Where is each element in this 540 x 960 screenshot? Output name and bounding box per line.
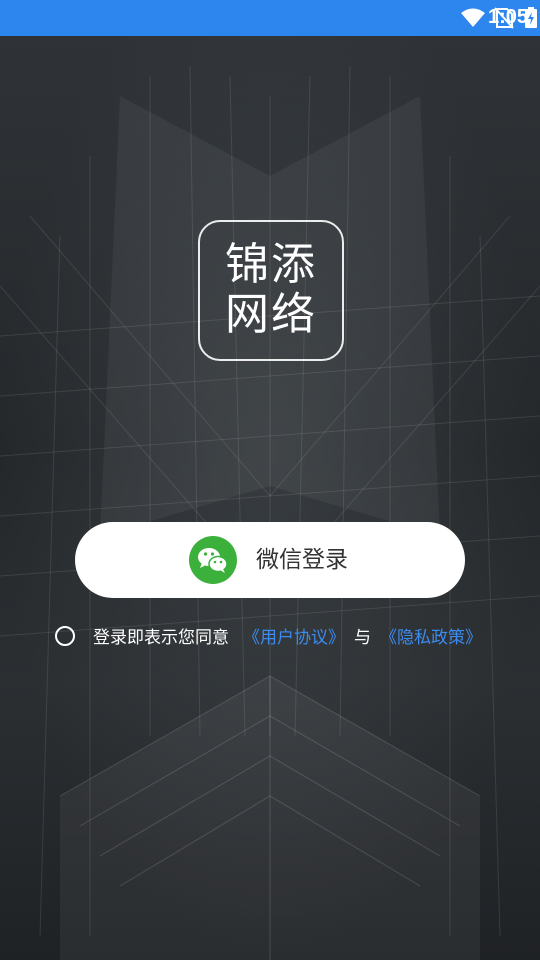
wifi-icon	[461, 8, 485, 27]
agreement-prefix: 登录即表示您同意	[93, 628, 229, 648]
wechat-icon	[189, 536, 237, 584]
agreement-conjunction: 与	[354, 628, 371, 648]
app-logo: 锦添 网络	[198, 220, 344, 361]
wechat-login-button[interactable]: 微信登录	[75, 522, 465, 598]
status-bar: 1:05	[0, 0, 540, 36]
wechat-login-label: 微信登录	[256, 547, 348, 573]
privacy-policy-link[interactable]: 《隐私政策》	[380, 624, 482, 652]
background-building-image	[0, 36, 540, 960]
status-time: 1:05	[487, 6, 528, 28]
user-agreement-link[interactable]: 《用户协议》	[243, 624, 345, 652]
agreement-checkbox[interactable]	[55, 626, 75, 646]
logo-line-2: 网络	[225, 289, 317, 340]
logo-line-1: 锦添	[225, 239, 317, 290]
